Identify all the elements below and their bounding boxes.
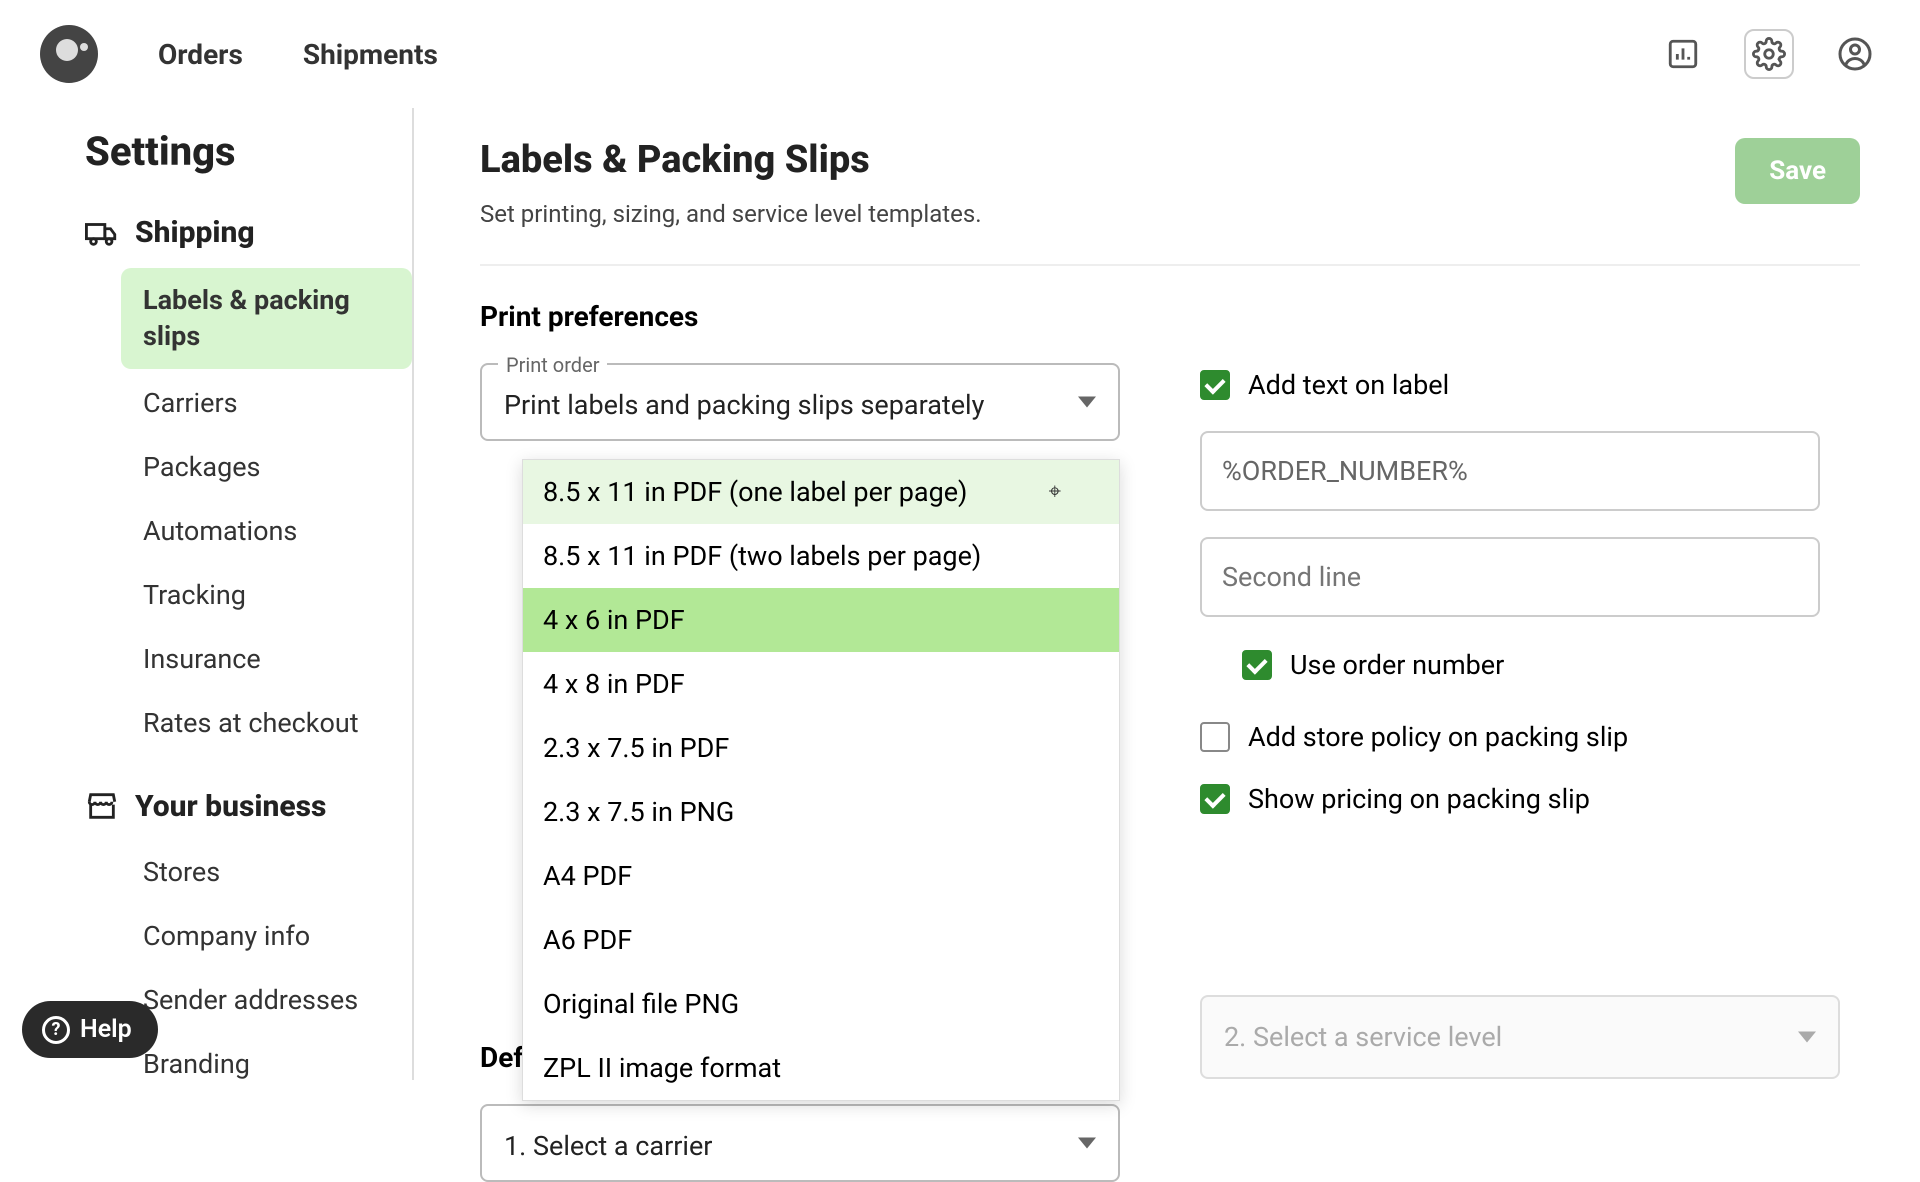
use-order-number-checkbox[interactable] — [1242, 650, 1272, 680]
header-icons — [1658, 29, 1880, 79]
analytics-icon[interactable] — [1658, 29, 1708, 79]
section-print-preferences: Print preferences — [480, 300, 1860, 333]
format-option-4[interactable]: 2.3 x 7.5 in PDF — [523, 716, 1119, 780]
chevron-down-icon — [1078, 1138, 1096, 1149]
use-order-number-label: Use order number — [1290, 649, 1504, 681]
sidebar-item-branding[interactable]: Branding — [121, 1034, 412, 1094]
sidebar-item-insurance[interactable]: Insurance — [121, 629, 412, 689]
sidebar-item-automations[interactable]: Automations — [121, 501, 412, 561]
show-pricing-label: Show pricing on packing slip — [1248, 783, 1590, 815]
sidebar-item-packages[interactable]: Packages — [121, 437, 412, 497]
service-level-value: 2. Select a service level — [1224, 1021, 1502, 1053]
settings-sidebar: Settings Shipping Labels & packing slips… — [0, 108, 412, 1080]
save-button[interactable]: Save — [1735, 138, 1860, 204]
divider — [480, 264, 1860, 266]
label-text-line1-input[interactable] — [1200, 431, 1820, 511]
cursor-icon: ⌖ — [1049, 480, 1061, 505]
sidebar-item-stores[interactable]: Stores — [121, 842, 412, 902]
store-icon — [85, 789, 119, 823]
format-option-9[interactable]: ZPL II image format — [523, 1036, 1119, 1100]
sidebar-item-labels[interactable]: Labels & packing slips — [121, 268, 412, 369]
truck-icon — [85, 216, 119, 250]
help-button[interactable]: ? Help — [22, 1001, 158, 1058]
format-option-0-label: 8.5 x 11 in PDF (one label per page) — [543, 476, 967, 508]
print-order-value: Print labels and packing slips separatel… — [504, 389, 984, 421]
print-order-label: Print order — [498, 353, 607, 377]
format-option-2[interactable]: 4 x 6 in PDF — [523, 588, 1119, 652]
sidebar-group-shipping[interactable]: Shipping — [85, 215, 412, 250]
show-pricing-checkbox[interactable] — [1200, 784, 1230, 814]
sidebar-group-shipping-label: Shipping — [135, 215, 255, 250]
carrier-select[interactable]: 1. Select a carrier — [480, 1104, 1120, 1182]
chevron-down-icon — [1078, 397, 1096, 408]
store-policy-label: Add store policy on packing slip — [1248, 721, 1628, 753]
sidebar-item-tracking[interactable]: Tracking — [121, 565, 412, 625]
format-option-7[interactable]: A6 PDF — [523, 908, 1119, 972]
format-option-0[interactable]: 8.5 x 11 in PDF (one label per page) ⌖ — [523, 460, 1119, 524]
page-subtitle: Set printing, sizing, and service level … — [480, 200, 982, 228]
help-icon: ? — [42, 1016, 70, 1044]
main-panel: Labels & Packing Slips Set printing, siz… — [414, 108, 1920, 1080]
nav-shipments[interactable]: Shipments — [303, 38, 438, 71]
service-level-select[interactable]: 2. Select a service level — [1200, 995, 1840, 1079]
sidebar-item-company[interactable]: Company info — [121, 906, 412, 966]
print-order-select[interactable]: Print order Print labels and packing sli… — [480, 363, 1120, 441]
store-policy-checkbox[interactable] — [1200, 722, 1230, 752]
chevron-down-icon — [1798, 1032, 1816, 1043]
format-option-1[interactable]: 8.5 x 11 in PDF (two labels per page) — [523, 524, 1119, 588]
add-text-on-label-checkbox[interactable] — [1200, 370, 1230, 400]
format-option-6[interactable]: A4 PDF — [523, 844, 1119, 908]
carrier-select-value: 1. Select a carrier — [504, 1130, 712, 1162]
help-label: Help — [80, 1015, 132, 1044]
sidebar-title: Settings — [85, 128, 412, 175]
account-icon[interactable] — [1830, 29, 1880, 79]
add-text-on-label-label: Add text on label — [1248, 369, 1449, 401]
sidebar-group-business-label: Your business — [135, 789, 326, 824]
page-title: Labels & Packing Slips — [480, 138, 982, 182]
sidebar-item-rates[interactable]: Rates at checkout — [121, 693, 412, 753]
top-header: Orders Shipments — [0, 0, 1920, 108]
label-format-dropdown: 8.5 x 11 in PDF (one label per page) ⌖ 8… — [522, 459, 1120, 1101]
nav-orders[interactable]: Orders — [158, 38, 243, 71]
sidebar-item-carriers[interactable]: Carriers — [121, 373, 412, 433]
sidebar-item-sender[interactable]: Sender addresses — [121, 970, 412, 1030]
sidebar-group-business[interactable]: Your business — [85, 789, 412, 824]
format-option-8[interactable]: Original file PNG — [523, 972, 1119, 1036]
gear-icon[interactable] — [1744, 29, 1794, 79]
label-text-line2-input[interactable] — [1200, 537, 1820, 617]
brand-logo[interactable] — [40, 25, 98, 83]
format-option-5[interactable]: 2.3 x 7.5 in PNG — [523, 780, 1119, 844]
format-option-3[interactable]: 4 x 8 in PDF — [523, 652, 1119, 716]
